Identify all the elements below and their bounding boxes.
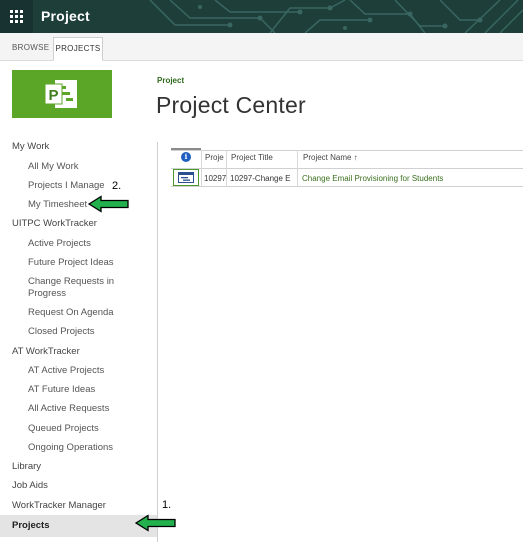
nav-my-timesheet[interactable]: My Timesheet	[28, 199, 87, 210]
ribbon: BROWSE PROJECTS	[0, 33, 523, 61]
nav-job-aids[interactable]: Job Aids	[12, 480, 48, 491]
grid-line	[171, 150, 523, 151]
grid-line	[171, 186, 523, 187]
nav-closed-projects[interactable]: Closed Projects	[28, 326, 95, 337]
svg-text:P: P	[48, 87, 58, 104]
cell-project-id: 10297	[204, 174, 226, 183]
app-launcher-icon	[10, 10, 23, 23]
nav-at-active-projects[interactable]: AT Active Projects	[28, 365, 104, 376]
nav-queued-projects[interactable]: Queued Projects	[28, 423, 99, 434]
app-launcher-button[interactable]	[0, 0, 33, 33]
nav-ongoing-operations[interactable]: Ongoing Operations	[28, 442, 113, 453]
breadcrumb[interactable]: Project	[157, 76, 184, 85]
nav-projects[interactable]: Projects	[12, 520, 50, 531]
column-separator	[297, 150, 298, 186]
info-icon[interactable]: i	[181, 152, 191, 162]
nav-at-future-ideas[interactable]: AT Future Ideas	[28, 384, 95, 395]
nav-active-projects[interactable]: Active Projects	[28, 238, 91, 249]
annotation-label-one: 1.	[162, 499, 172, 511]
column-separator	[226, 150, 227, 186]
nav-all-my-work[interactable]: All My Work	[28, 161, 79, 172]
column-header-project-id[interactable]: Proje	[205, 153, 225, 162]
nav-future-project-ideas[interactable]: Future Project Ideas	[28, 257, 114, 268]
grid-left-border	[157, 142, 158, 542]
nav-change-requests[interactable]: Change Requests in Progress	[28, 276, 128, 300]
annotation-arrow-icon	[135, 514, 176, 532]
suite-title[interactable]: Project	[41, 8, 90, 24]
table-row-select[interactable]	[173, 169, 199, 186]
annotation-label-two: 2.	[112, 180, 122, 192]
nav-my-work[interactable]: My Work	[12, 141, 49, 152]
grid-line	[171, 168, 523, 169]
column-separator	[201, 150, 202, 186]
site-logo[interactable]: P	[12, 70, 112, 118]
column-header-project-name[interactable]: Project Name ↑	[303, 153, 423, 162]
tab-browse[interactable]: BROWSE	[12, 37, 49, 61]
nav-worktracker-manager[interactable]: WorkTracker Manager	[12, 500, 106, 511]
suite-bar: Project	[0, 0, 523, 33]
cell-project-name-link[interactable]: Change Email Provisioning for Students	[302, 174, 522, 183]
column-header-project-title[interactable]: Project Title	[231, 153, 295, 162]
nav-all-active-requests[interactable]: All Active Requests	[28, 403, 109, 414]
nav-uitpc-worktracker[interactable]: UITPC WorkTracker	[12, 218, 97, 229]
project-logo-icon: P	[45, 80, 77, 108]
nav-projects-i-manage[interactable]: Projects I Manage	[28, 180, 105, 191]
project-row-icon	[178, 172, 194, 183]
nav-request-on-agenda[interactable]: Request On Agenda	[28, 307, 114, 318]
nav-at-worktracker[interactable]: AT WorkTracker	[12, 346, 80, 357]
page-title: Project Center	[156, 92, 306, 118]
cell-project-title: 10297-Change E	[230, 174, 291, 183]
nav-library[interactable]: Library	[12, 461, 41, 472]
tab-projects[interactable]: PROJECTS	[53, 37, 103, 61]
annotation-arrow-icon	[88, 195, 129, 213]
